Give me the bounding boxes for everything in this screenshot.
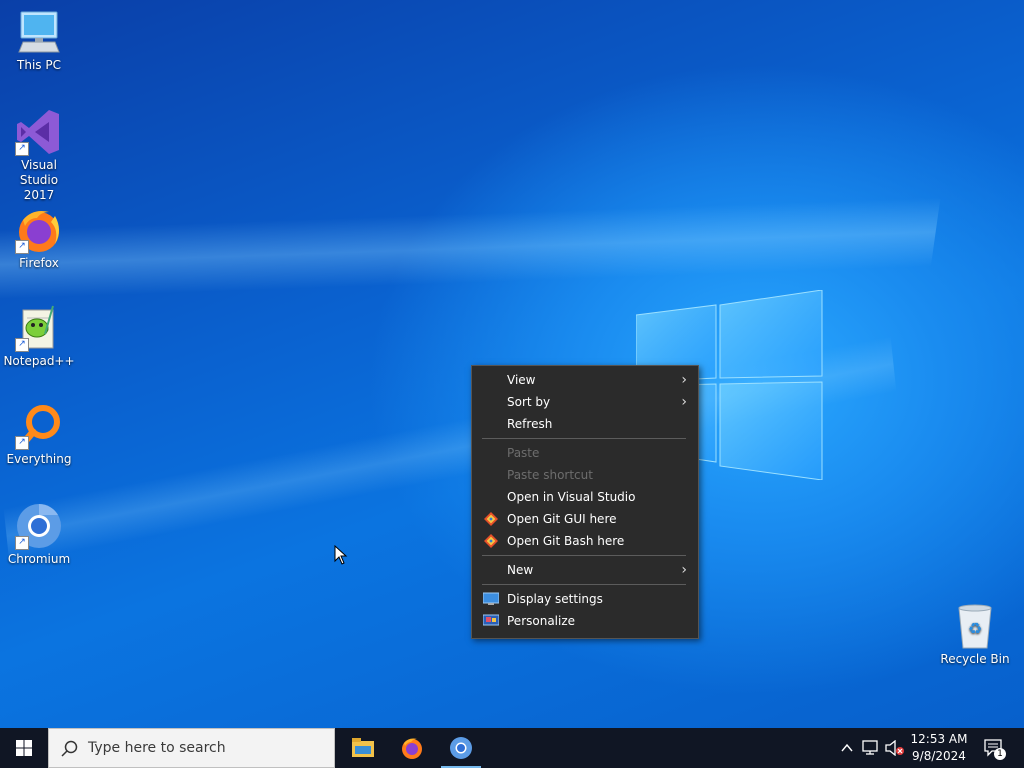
- menu-item-open-git-gui[interactable]: Open Git GUI here: [473, 508, 697, 530]
- desktop-context-menu: View › Sort by › Refresh Paste Paste sho…: [471, 365, 699, 639]
- menu-item-open-in-visual-studio[interactable]: Open in Visual Studio: [473, 486, 697, 508]
- notepadpp-icon: ↗: [15, 304, 63, 352]
- shortcut-arrow-icon: ↗: [15, 536, 29, 550]
- volume-muted-icon[interactable]: [885, 740, 905, 756]
- icon-label: Firefox: [19, 256, 59, 270]
- git-icon: [484, 534, 498, 548]
- taskbar-app-file-explorer[interactable]: [339, 728, 387, 768]
- notification-count-badge: 1: [994, 748, 1006, 760]
- menu-item-sort-by[interactable]: Sort by ›: [473, 391, 697, 413]
- file-explorer-icon: [352, 738, 374, 757]
- desktop-icon-recycle-bin[interactable]: ♻ Recycle Bin: [937, 602, 1013, 667]
- desktop-icon-visual-studio[interactable]: ↗ Visual Studio 2017: [1, 108, 77, 203]
- chromium-icon: ↗: [15, 502, 63, 550]
- clock-date: 9/8/2024: [912, 749, 966, 763]
- icon-label-line2: 2017: [23, 188, 55, 202]
- desktop-icon-everything[interactable]: ↗ Everything: [1, 402, 77, 467]
- search-icon: [61, 740, 78, 757]
- taskbar-app-chromium[interactable]: [437, 728, 485, 768]
- taskbar-clock[interactable]: 12:53 AM 9/8/2024: [910, 731, 968, 765]
- icon-label: Chromium: [7, 552, 71, 566]
- icon-label: Everything: [6, 452, 72, 466]
- search-placeholder: Type here to search: [88, 740, 226, 756]
- clock-time: 12:53 AM: [910, 732, 968, 746]
- chromium-icon: [450, 737, 472, 759]
- visual-studio-icon: ↗: [15, 108, 63, 156]
- firefox-icon: ↗: [15, 206, 63, 254]
- menu-item-paste[interactable]: Paste: [473, 442, 697, 464]
- icon-label: Notepad++: [3, 354, 75, 368]
- shortcut-arrow-icon: ↗: [15, 436, 29, 450]
- chevron-up-icon[interactable]: [840, 741, 854, 755]
- chevron-right-icon: ›: [681, 372, 687, 388]
- menu-item-view[interactable]: View ›: [473, 369, 697, 391]
- menu-item-open-git-bash[interactable]: Open Git Bash here: [473, 530, 697, 552]
- menu-item-display-settings[interactable]: Display settings: [473, 588, 697, 610]
- desktop-icon-chromium[interactable]: ↗ Chromium: [1, 502, 77, 567]
- icon-label: Recycle Bin: [940, 652, 1010, 666]
- git-icon: [484, 512, 498, 526]
- everything-search-icon: ↗: [15, 402, 63, 450]
- icon-label: This PC: [17, 58, 61, 72]
- desktop-icon-firefox[interactable]: ↗ Firefox: [1, 206, 77, 271]
- menu-item-personalize[interactable]: Personalize: [473, 610, 697, 632]
- desktop[interactable]: This PC ↗ Visual Studio 2017 ↗ Firefox ↗…: [0, 0, 1024, 728]
- firefox-icon: [402, 738, 422, 759]
- desktop-icon-notepadpp[interactable]: ↗ Notepad++: [1, 304, 77, 369]
- chevron-right-icon: ›: [681, 562, 687, 578]
- action-center-button[interactable]: 1: [980, 728, 1010, 768]
- menu-separator: [482, 438, 686, 439]
- taskbar-search-box[interactable]: Type here to search: [48, 728, 335, 768]
- icon-label: Visual Studio: [19, 158, 59, 187]
- chevron-right-icon: ›: [681, 394, 687, 410]
- windows-start-icon: [16, 740, 32, 756]
- network-icon[interactable]: [862, 740, 880, 756]
- recycle-bin-icon: ♻: [951, 602, 999, 650]
- menu-item-paste-shortcut[interactable]: Paste shortcut: [473, 464, 697, 486]
- desktop-icon-this-pc[interactable]: This PC: [1, 8, 77, 73]
- shortcut-arrow-icon: ↗: [15, 142, 29, 156]
- menu-item-new[interactable]: New ›: [473, 559, 697, 581]
- menu-item-refresh[interactable]: Refresh: [473, 413, 697, 435]
- personalize-icon: [483, 614, 499, 626]
- taskbar: Type here to search 12:53 AM 9/8/2024 1: [0, 728, 1024, 768]
- display-icon: [483, 592, 499, 605]
- shortcut-arrow-icon: ↗: [15, 240, 29, 254]
- this-pc-icon: [15, 8, 63, 56]
- taskbar-app-firefox[interactable]: [388, 728, 436, 768]
- menu-separator: [482, 555, 686, 556]
- menu-separator: [482, 584, 686, 585]
- svg-text:♻: ♻: [968, 619, 982, 638]
- start-button[interactable]: [0, 728, 48, 768]
- shortcut-arrow-icon: ↗: [15, 338, 29, 352]
- mouse-cursor-icon: [334, 545, 348, 565]
